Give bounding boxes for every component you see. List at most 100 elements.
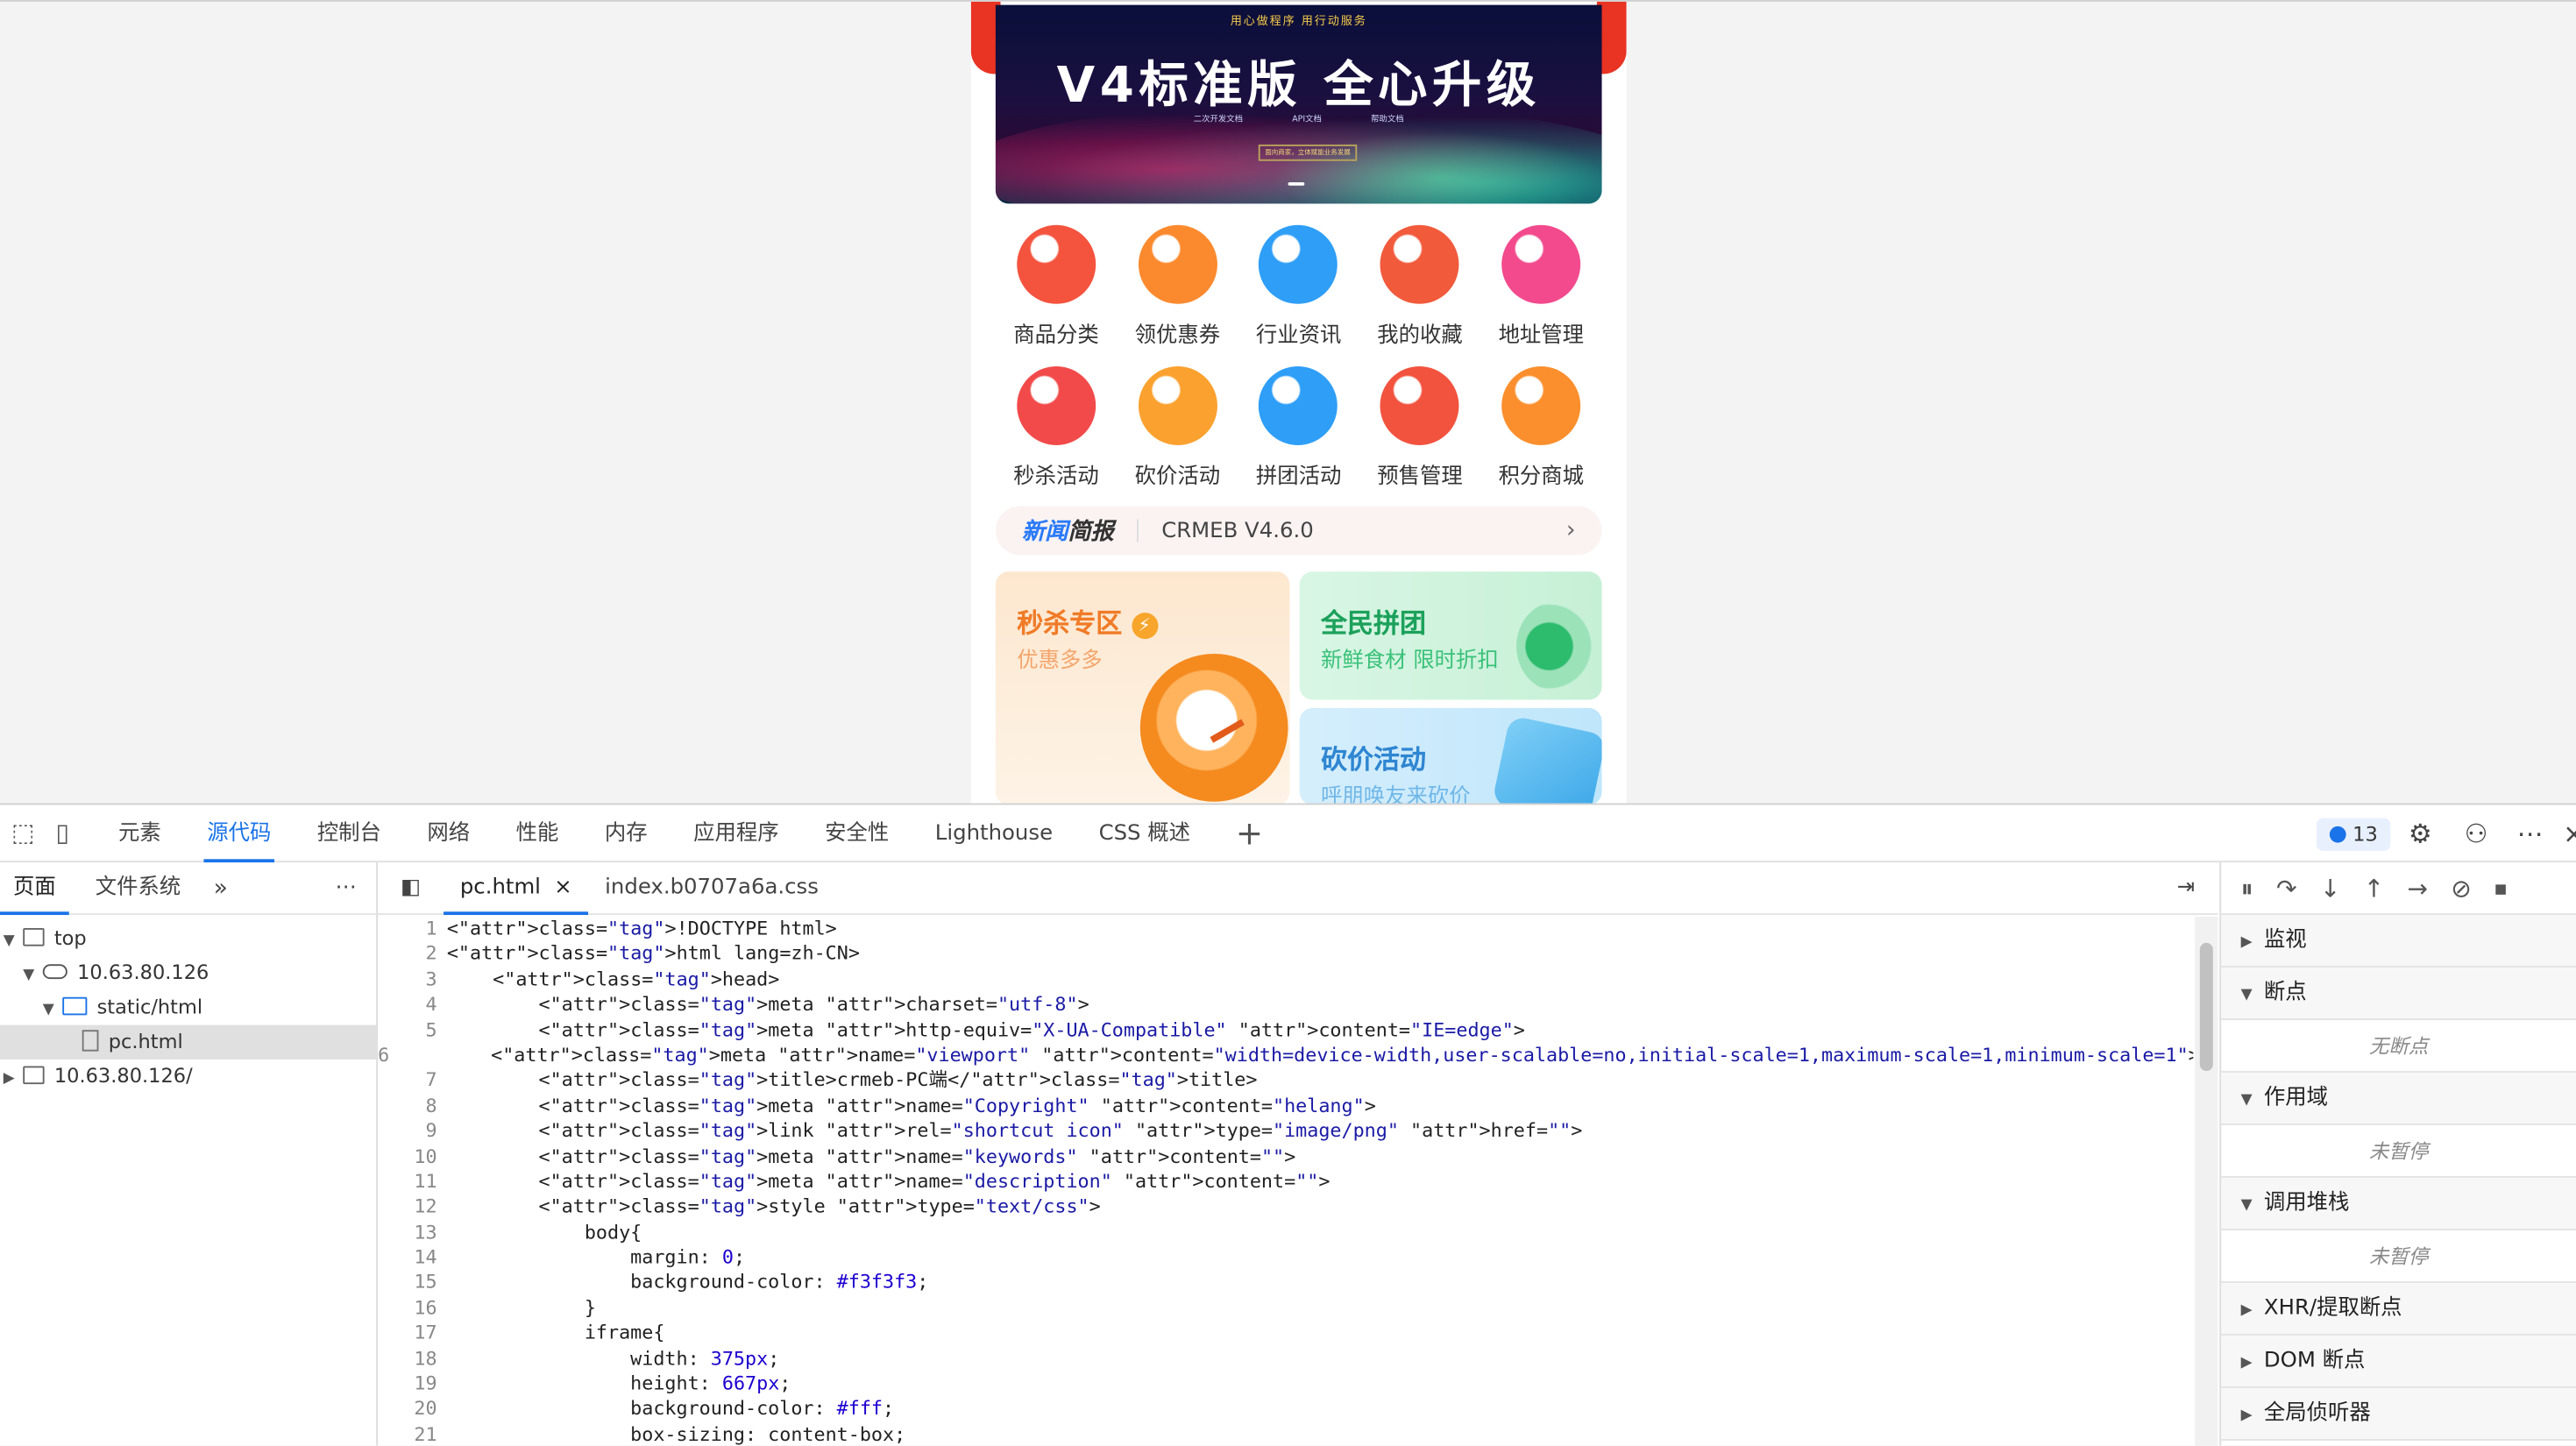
tab-性能[interactable]: 性能 — [500, 805, 575, 862]
close-icon[interactable]: × — [2563, 818, 2576, 849]
line-number[interactable]: 20 — [378, 1397, 447, 1422]
line-number[interactable]: 12 — [378, 1194, 447, 1220]
debugger-section-DOM 断点[interactable]: ▶ DOM 断点 — [2221, 1335, 2576, 1388]
tab-内存[interactable]: 内存 — [588, 805, 664, 862]
expanded-triangle-icon[interactable]: ▼ — [4, 925, 23, 959]
nav-item[interactable]: 预售管理 — [1371, 365, 1469, 490]
editor-scrollbar[interactable] — [2195, 916, 2218, 1446]
line-number[interactable]: 11 — [378, 1169, 447, 1194]
tree-item-label: 10.63.80.126 — [77, 960, 209, 984]
collapsed-triangle-icon[interactable]: ▶ — [4, 1063, 23, 1097]
debugger-section-调用堆栈[interactable]: ▼ 调用堆栈 — [2221, 1177, 2576, 1230]
news-ticker[interactable]: 新闻 简报 CRMEB V4.6.0 › — [995, 506, 1602, 556]
line-content: body{ — [446, 1220, 642, 1244]
expanded-triangle-icon[interactable]: ▼ — [23, 960, 42, 994]
editor-tab-pc-html[interactable]: pc.html × — [444, 861, 589, 915]
nav-item[interactable]: 商品分类 — [1007, 224, 1105, 348]
line-number[interactable]: 16 — [378, 1296, 447, 1322]
debugger-section-XHR/提取断点[interactable]: ▶ XHR/提取断点 — [2221, 1282, 2576, 1336]
gear-icon[interactable]: ⚙ — [2409, 818, 2432, 849]
line-number[interactable]: 10 — [378, 1145, 447, 1170]
step-over-icon[interactable]: ↷ — [2276, 873, 2297, 903]
line-number[interactable]: 17 — [378, 1321, 447, 1346]
step-out-icon[interactable]: ↑ — [2364, 873, 2385, 903]
close-tab-icon[interactable]: × — [554, 875, 571, 899]
tree-item-label: 10.63.80.126/ — [53, 1064, 193, 1088]
pause-icon[interactable]: ⏸ — [2241, 873, 2253, 903]
nav-item[interactable]: 地址管理 — [1492, 224, 1590, 348]
device-toolbar-icon[interactable]: ▯ — [46, 817, 78, 849]
tab-源代码[interactable]: 源代码 — [190, 805, 287, 862]
bargain-card[interactable]: 砍价活动 呼朋唤友来砍价 — [1299, 707, 1602, 805]
step-into-icon[interactable]: ↓ — [2320, 873, 2341, 903]
more-options-icon[interactable]: ⋯ — [322, 861, 369, 914]
line-number[interactable]: 19 — [378, 1372, 447, 1397]
line-number[interactable]: 9 — [378, 1119, 447, 1145]
group-buy-card[interactable]: 全民拼团 新鲜食材 限时折扣 — [1299, 571, 1602, 700]
more-tools-plus-icon[interactable]: + — [1233, 813, 1266, 853]
line-number[interactable]: 14 — [378, 1245, 447, 1271]
line-number[interactable]: 21 — [378, 1422, 447, 1446]
tab-网络[interactable]: 网络 — [411, 805, 486, 862]
tab-CSS 概述[interactable]: CSS 概述 — [1082, 805, 1207, 862]
line-number[interactable]: 18 — [378, 1346, 447, 1372]
nav-item[interactable]: 砍价活动 — [1128, 365, 1226, 490]
chevron-right-icon[interactable]: › — [1566, 517, 1576, 543]
favorite-icon — [1380, 224, 1459, 304]
frame-icon — [23, 1066, 45, 1085]
line-number[interactable]: 13 — [378, 1220, 447, 1245]
nav-item[interactable]: 拼团活动 — [1249, 365, 1347, 490]
expanded-triangle-icon[interactable]: ▼ — [43, 994, 62, 1028]
tree-item[interactable]: ▼ top — [0, 922, 376, 956]
nav-item[interactable]: 领优惠券 — [1128, 224, 1226, 348]
seckill-card[interactable]: 秒杀专区 ⚡ 优惠多多 — [995, 571, 1290, 805]
line-number[interactable]: 2 — [378, 942, 447, 968]
customize-icon[interactable]: ⚇ — [2465, 818, 2488, 849]
nav-item[interactable]: 行业资讯 — [1249, 224, 1347, 348]
pause-on-exceptions-icon[interactable]: ⏹ — [2494, 873, 2507, 903]
issues-badge[interactable]: 13 — [2316, 818, 2391, 851]
line-number[interactable]: 3 — [378, 968, 447, 993]
tab-page[interactable]: 页面 — [0, 861, 69, 915]
more-options-icon[interactable]: ⋯ — [2517, 818, 2544, 849]
promo-banner[interactable]: 用心做程序 用行动服务 V4标准版 全心升级 二次开发文档 API文档 帮助文档… — [995, 4, 1602, 204]
line-number[interactable]: 8 — [378, 1094, 447, 1119]
nav-item[interactable]: 我的收藏 — [1371, 224, 1469, 348]
inspect-element-icon[interactable]: ⬚ — [6, 817, 39, 849]
more-tabs-chevron-icon[interactable]: » — [201, 861, 241, 914]
cloud-icon — [42, 964, 67, 980]
line-number[interactable]: 1 — [378, 917, 447, 942]
tree-item[interactable]: pc.html — [0, 1024, 377, 1060]
line-content: <"attr">class="tag">meta "attr">charset=… — [446, 992, 1089, 1016]
tab-filesystem[interactable]: 文件系统 — [82, 861, 194, 914]
line-number[interactable]: 5 — [378, 1017, 447, 1043]
nav-item[interactable]: 秒杀活动 — [1007, 365, 1105, 490]
line-number[interactable]: 7 — [378, 1068, 447, 1094]
nav-item[interactable]: 积分商城 — [1492, 365, 1590, 490]
tab-Lighthouse[interactable]: Lighthouse — [919, 805, 1069, 862]
deactivate-breakpoints-icon[interactable]: ⊘ — [2451, 873, 2472, 903]
editor-tab-css[interactable]: index.b0707a6a.css — [588, 861, 834, 914]
banner-pager-dot[interactable] — [1288, 182, 1305, 186]
toggle-debugger-icon[interactable]: ⇥ — [2177, 875, 2195, 900]
debugger-section-全局侦听器[interactable]: ▶ 全局侦听器 — [2221, 1387, 2576, 1441]
debugger-section-断点[interactable]: ▼ 断点 — [2221, 968, 2576, 1021]
tree-item[interactable]: ▼ static/html — [0, 990, 376, 1024]
tab-元素[interactable]: 元素 — [102, 805, 177, 862]
tab-安全性[interactable]: 安全性 — [808, 805, 905, 862]
tab-应用程序[interactable]: 应用程序 — [677, 805, 795, 862]
toggle-navigator-icon[interactable]: ◧ — [378, 875, 444, 900]
line-number[interactable]: 15 — [378, 1271, 447, 1296]
folder-icon — [62, 996, 88, 1016]
debugger-section-作用域[interactable]: ▼ 作用域 — [2221, 1072, 2576, 1125]
line-number[interactable]: 4 — [378, 992, 447, 1017]
news-text[interactable]: CRMEB V4.6.0 — [1161, 518, 1566, 542]
step-icon[interactable]: → — [2407, 873, 2428, 903]
tree-item[interactable]: ▼ 10.63.80.126 — [0, 956, 376, 990]
line-number[interactable]: 6 — [378, 1043, 399, 1068]
code-view[interactable]: 1 <"attr">class="tag">!DOCTYPE html> 2 <"at… — [378, 917, 2193, 1446]
debugger-section-监视[interactable]: ▶ 监视 — [2221, 915, 2576, 968]
scroll-thumb[interactable] — [2199, 942, 2213, 1072]
tree-item[interactable]: ▶ 10.63.80.126/ — [0, 1060, 376, 1094]
tab-控制台[interactable]: 控制台 — [301, 805, 398, 862]
